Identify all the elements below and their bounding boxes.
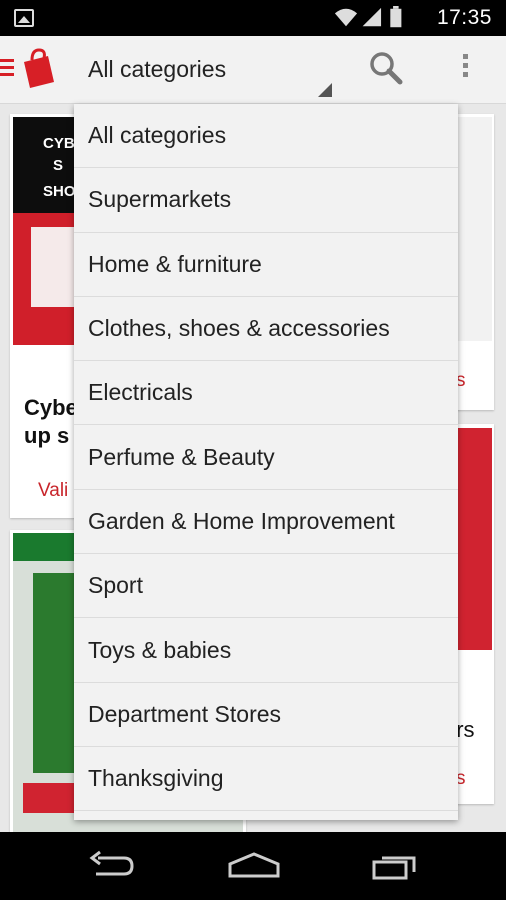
category-dropdown: All categories Supermarkets Home & furni… (74, 104, 458, 820)
dropdown-item[interactable]: Thanksgiving (74, 747, 458, 812)
category-selected-label: All categories (88, 56, 227, 82)
shopping-bag-icon[interactable] (18, 48, 58, 90)
dropdown-item[interactable]: Perfume & Beauty (74, 425, 458, 490)
dropdown-item[interactable]: All categories (74, 104, 458, 169)
dropdown-item[interactable]: Clothes, shoes & accessories (74, 297, 458, 362)
action-bar: All categories (0, 36, 506, 104)
home-icon[interactable] (226, 850, 282, 880)
battery-icon (390, 8, 402, 28)
dropdown-item[interactable]: Electricals (74, 361, 458, 426)
back-icon[interactable] (88, 850, 136, 880)
dropdown-item[interactable]: Home & furniture (74, 233, 458, 297)
dropdown-item[interactable]: Supermarkets (74, 168, 458, 233)
dropdown-item[interactable]: Sport (74, 554, 458, 619)
search-icon[interactable] (368, 50, 404, 86)
flyer-thumbnail[interactable] (458, 117, 492, 341)
dropdown-item[interactable]: Toys & babies (74, 618, 458, 683)
flyer-thumbnail[interactable]: CYBE S SHO (13, 117, 83, 345)
dropdown-item[interactable]: Department Stores (74, 683, 458, 747)
flyer-thumbnail[interactable] (454, 428, 492, 650)
status-icons (334, 6, 402, 28)
category-spinner[interactable]: All categories (74, 44, 334, 100)
offer-title: Cybe up s (24, 395, 78, 448)
image-notification-icon (14, 9, 34, 27)
wifi-icon (334, 8, 358, 27)
recent-apps-icon[interactable] (370, 850, 420, 880)
system-nav-bar (0, 832, 506, 900)
status-bar: 17:35 (0, 0, 506, 36)
signal-icon (362, 7, 382, 27)
offer-validity: Vali (38, 480, 69, 501)
spinner-corner-icon (318, 83, 332, 97)
dropdown-item[interactable]: Garden & Home Improvement (74, 490, 458, 555)
more-vert-icon[interactable] (460, 54, 470, 86)
clock: 17:35 (436, 6, 492, 29)
hamburger-icon[interactable] (0, 59, 14, 79)
